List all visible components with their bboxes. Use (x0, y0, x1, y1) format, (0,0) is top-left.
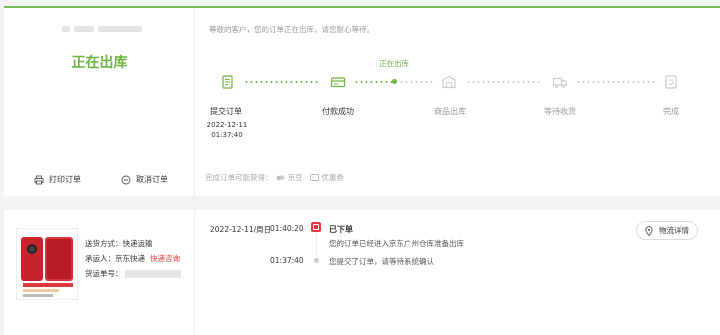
tracking-date: 2022-12-11/周日 (210, 225, 272, 234)
tracking-title: 已下单 (329, 225, 353, 234)
status-notice: 尊敬的客户，您的订单正在出库，请您耐心等待。 (209, 25, 374, 34)
truck-icon (552, 74, 568, 90)
submit-order-icon (220, 74, 236, 90)
print-order-button[interactable]: 打印订单 (34, 174, 81, 185)
step-label-complete: 完成 (663, 107, 679, 116)
order-placed-icon (311, 222, 321, 232)
step-label-payment: 付款成功 (322, 107, 354, 116)
progress-connector-2-todo (399, 81, 435, 83)
rewards-line: 完成订单可能获得： 京豆 优惠券 (205, 172, 344, 183)
step-label-receive: 等待收货 (544, 107, 576, 116)
shipping-info: 送货方式：快递运输 承运人：京东快递 快递咨询 货运单号： (85, 236, 181, 281)
complete-icon (663, 74, 679, 90)
shipping-card: 送货方式：快递运输 承运人：京东快递 快递咨询 货运单号： (4, 210, 720, 335)
order-summary-panel: 正在出库 打印订单 取消订单 (4, 8, 195, 196)
progress-current-marker (392, 79, 397, 84)
tracking-timeline (316, 232, 317, 258)
printer-icon (34, 175, 44, 185)
payment-icon (330, 74, 346, 90)
tracking-time-1: 01:40:20 (270, 224, 304, 233)
tracking-number-blurred (124, 270, 181, 278)
progress-connector-1 (244, 81, 320, 83)
tracking-number-row: 货运单号： (85, 266, 181, 281)
order-number-blurred (62, 24, 142, 34)
reward-coupon: 优惠券 (321, 173, 345, 182)
logistics-detail-button[interactable]: 物流详情 (636, 221, 698, 240)
step-label-submit: 提交订单 (210, 107, 242, 116)
tracking-desc-1: 您的订单已经进入京东广州仓库准备出库 (329, 239, 464, 248)
reward-jingdou: 京豆 (287, 173, 303, 182)
step-label-warehouse: 商品出库 (434, 107, 466, 116)
cancel-circle-icon (121, 175, 131, 185)
carrier-label: 承运人：京东快递 (85, 254, 145, 263)
print-order-label: 打印订单 (49, 175, 81, 184)
progress-connector-3 (466, 81, 540, 83)
tracking-number-label: 货运单号： (85, 269, 123, 278)
shipping-method: 送货方式：快递运输 (85, 239, 153, 248)
tracking-time-2: 01:37:40 (270, 256, 304, 265)
jingdou-icon (276, 174, 285, 181)
tracking-desc-2: 您提交了订单，请等待系统确认 (329, 257, 434, 266)
coupon-icon (309, 174, 319, 181)
tracking-dot (314, 258, 319, 263)
progress-connector-2-done (354, 81, 394, 83)
order-status-title: 正在出库 (71, 55, 128, 71)
carrier-row: 承运人：京东快递 快递咨询 (85, 251, 181, 266)
cancel-order-label: 取消订单 (136, 175, 168, 184)
shipping-left-panel: 送货方式：快递运输 承运人：京东快递 快递咨询 货运单号： (4, 210, 195, 335)
logistics-detail-label: 物流详情 (659, 226, 689, 235)
step-submit-date: 2022-12-11 (206, 121, 248, 129)
express-consult-link[interactable]: 快递咨询 (150, 254, 180, 263)
progress-connector-4 (576, 81, 658, 83)
step-submit-time: 01:37:40 (211, 131, 243, 139)
cancel-order-button[interactable]: 取消订单 (121, 174, 168, 185)
warehouse-icon (441, 74, 457, 90)
current-step-label: 正在出库 (379, 59, 409, 68)
rewards-prefix: 完成订单可能获得： (205, 173, 273, 182)
location-pin-icon (645, 225, 653, 236)
order-status-card: 正在出库 打印订单 取消订单 尊敬的客户，您的订单正在出库，请您耐心等待。 (4, 6, 720, 196)
product-thumbnail[interactable] (16, 228, 78, 300)
